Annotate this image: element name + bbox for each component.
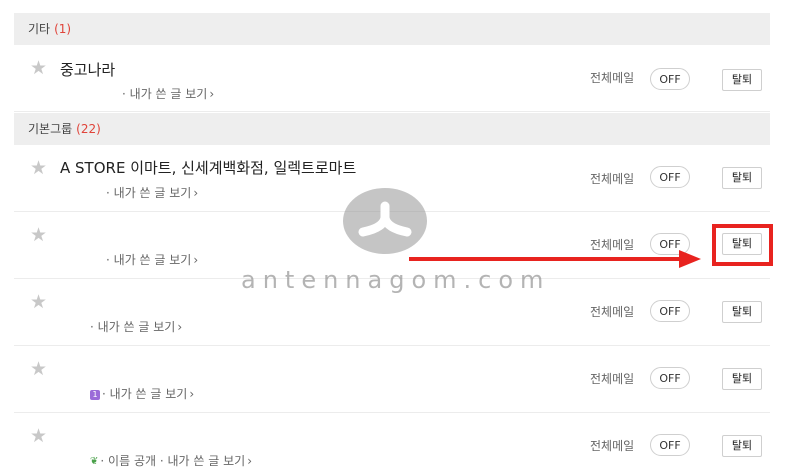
all-mail-label: 전체메일 xyxy=(590,172,635,186)
mail-toggle[interactable]: OFF xyxy=(650,300,690,322)
cafe-name[interactable]: 중고나라 xyxy=(60,59,115,80)
leave-button[interactable]: 탈퇴 xyxy=(722,368,762,390)
leave-button[interactable]: 탈퇴 xyxy=(722,301,762,323)
arrow-right-icon xyxy=(679,250,701,268)
cafe-name[interactable]: A STORE 이마트, 신세계백화점, 일렉트로마트 xyxy=(60,157,356,178)
chevron-right-icon: › xyxy=(193,186,199,200)
name-public-label: 이름 공개 xyxy=(108,454,157,468)
level-badge-icon: 1 xyxy=(90,389,100,400)
cafe-row: ★ 중고나라 · 내가 쓴 글 보기 › 전체메일 OFF 탈퇴 xyxy=(14,45,770,112)
my-posts-link[interactable]: · 내가 쓴 글 보기 › xyxy=(106,184,198,201)
star-icon[interactable]: ★ xyxy=(30,292,47,312)
cafe-row: ★ ❦ · 이름 공개 · 내가 쓴 글 보기 › 전체메일 OFF 탈퇴 xyxy=(14,413,770,473)
section-count: (1) xyxy=(54,22,72,36)
mail-toggle[interactable]: OFF xyxy=(650,68,690,90)
section-header-default: 기본그룹 (22) xyxy=(14,113,770,145)
chevron-right-icon: › xyxy=(177,320,183,334)
chevron-right-icon: › xyxy=(189,387,195,401)
star-icon[interactable]: ★ xyxy=(30,58,47,78)
watermark-logo xyxy=(343,188,427,254)
cafe-row: ★ 1 · 내가 쓴 글 보기 › 전체메일 OFF 탈퇴 xyxy=(14,346,770,413)
chevron-right-icon: › xyxy=(209,87,215,101)
my-posts-link[interactable]: ❦ · 이름 공개 · 내가 쓴 글 보기 › xyxy=(90,452,252,469)
mail-toggle[interactable]: OFF xyxy=(650,434,690,456)
my-posts-link[interactable]: · 내가 쓴 글 보기 › xyxy=(90,318,182,335)
all-mail-label: 전체메일 xyxy=(590,372,635,386)
my-posts-link[interactable]: · 내가 쓴 글 보기 › xyxy=(122,85,214,102)
star-icon[interactable]: ★ xyxy=(30,359,47,379)
all-mail-label: 전체메일 xyxy=(590,71,635,85)
chevron-right-icon: › xyxy=(247,454,253,468)
my-posts-link[interactable]: · 내가 쓴 글 보기 › xyxy=(106,251,198,268)
watermark-text: antennagom.com xyxy=(241,266,551,294)
section-header-etc: 기타 (1) xyxy=(14,13,770,45)
sprout-icon: ❦ xyxy=(90,456,99,467)
annotation-highlight-box xyxy=(712,224,773,266)
section-count: (22) xyxy=(76,122,101,136)
mail-toggle[interactable]: OFF xyxy=(650,166,690,188)
mail-toggle[interactable]: OFF xyxy=(650,367,690,389)
star-icon[interactable]: ★ xyxy=(30,225,47,245)
my-posts-link[interactable]: 1 · 내가 쓴 글 보기 › xyxy=(90,385,194,402)
chevron-right-icon: › xyxy=(193,253,199,267)
star-icon[interactable]: ★ xyxy=(30,158,47,178)
annotation-arrow-line xyxy=(409,257,681,261)
section-title: 기본그룹 xyxy=(28,122,73,136)
all-mail-label: 전체메일 xyxy=(590,238,635,252)
leave-button[interactable]: 탈퇴 xyxy=(722,167,762,189)
star-icon[interactable]: ★ xyxy=(30,426,47,446)
all-mail-label: 전체메일 xyxy=(590,305,635,319)
leave-button[interactable]: 탈퇴 xyxy=(722,69,762,91)
section-title: 기타 xyxy=(28,22,51,36)
all-mail-label: 전체메일 xyxy=(590,439,635,453)
leave-button[interactable]: 탈퇴 xyxy=(722,435,762,457)
